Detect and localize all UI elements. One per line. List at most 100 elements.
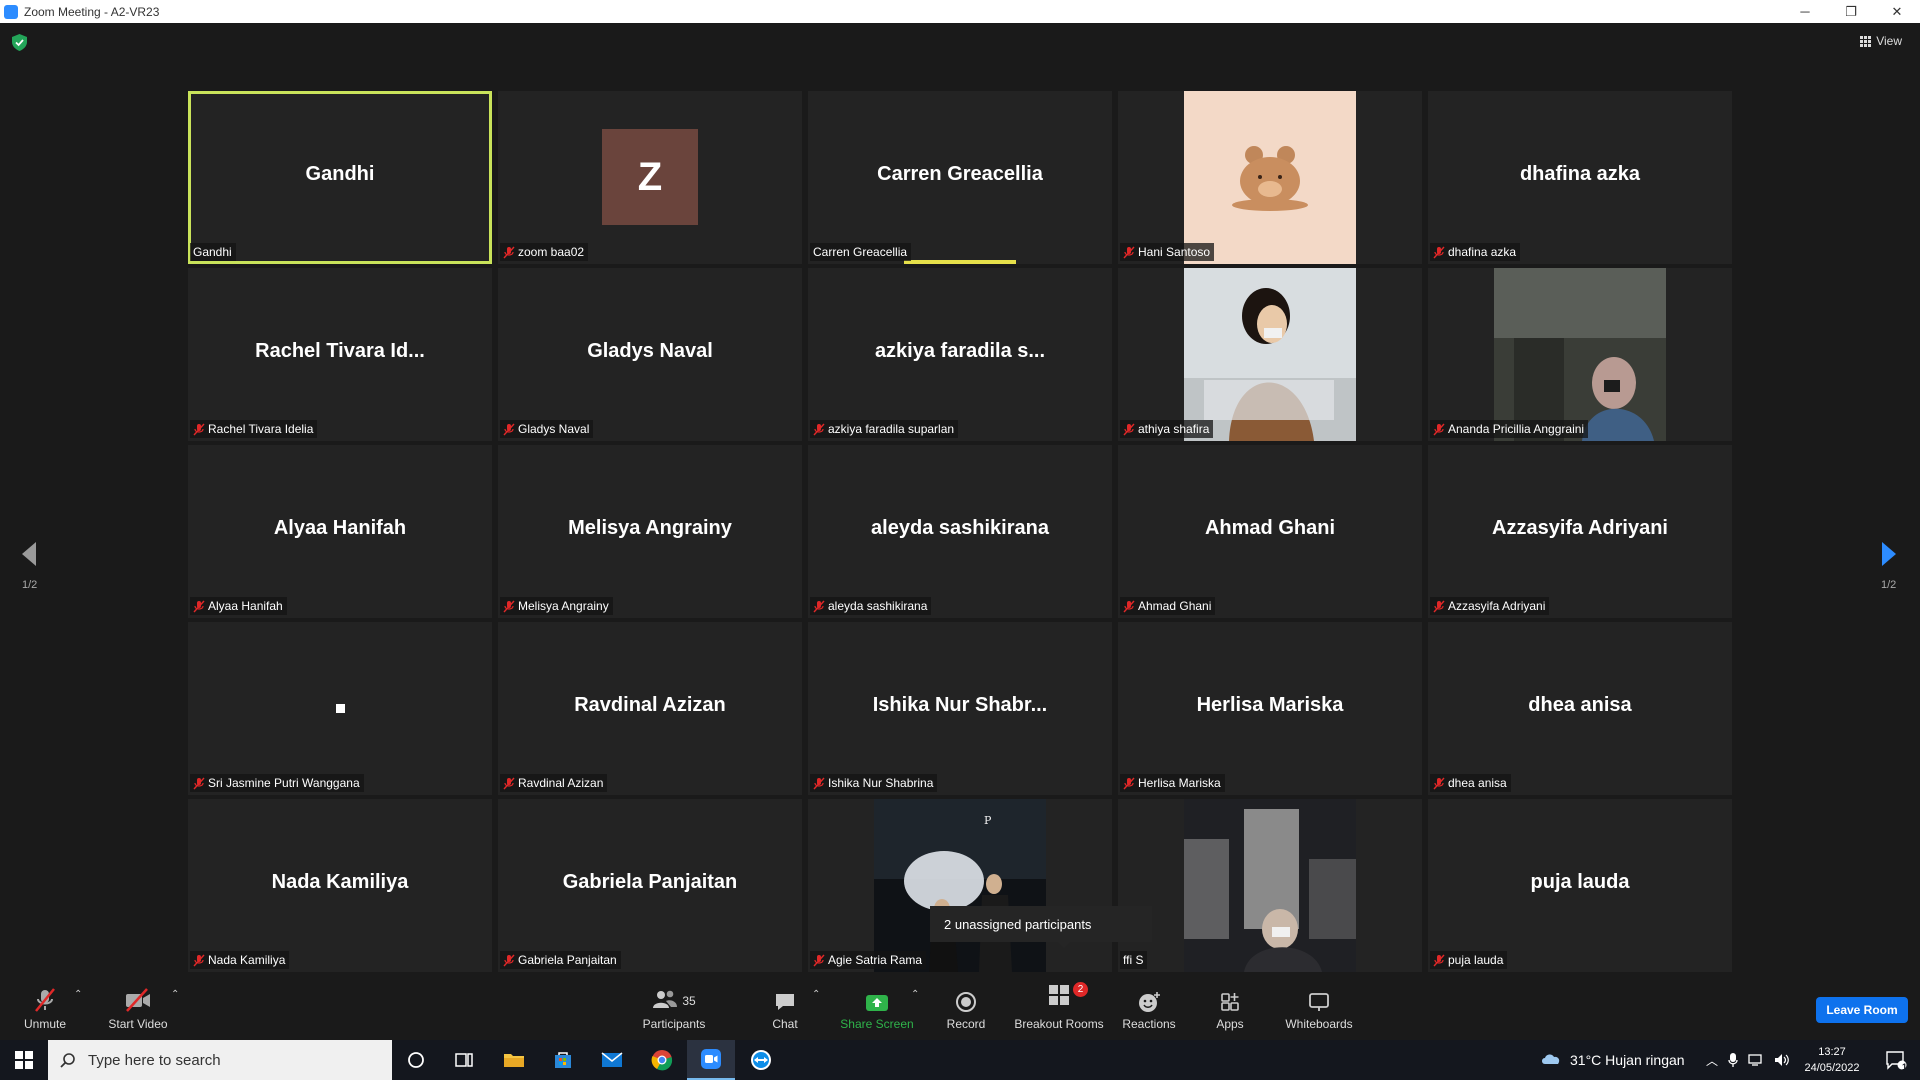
participant-tile[interactable]: Ishika Nur Shabr... Ishika Nur Shabrina <box>808 622 1112 795</box>
next-page-icon[interactable] <box>1880 540 1900 568</box>
weather-widget[interactable]: 31°C Hujan ringan <box>1540 1040 1685 1080</box>
mic-muted-icon <box>503 954 515 966</box>
microphone-tray-icon[interactable] <box>1728 1052 1738 1068</box>
volume-icon[interactable] <box>1774 1053 1790 1067</box>
participant-tile[interactable]: Rachel Tivara Id... Rachel Tivara Idelia <box>188 268 492 441</box>
start-video-button[interactable]: Start Video <box>106 977 170 1037</box>
cloud-rain-icon <box>1542 1054 1560 1064</box>
taskbar-search-box[interactable]: Type here to search <box>48 1040 392 1080</box>
security-shield-icon[interactable] <box>12 34 27 51</box>
participant-tile[interactable]: Ravdinal Azizan Ravdinal Azizan <box>498 622 802 795</box>
store-button[interactable] <box>539 1040 587 1080</box>
taskbar-clock[interactable]: 13:27 24/05/2022 <box>1796 1044 1868 1076</box>
chrome-button[interactable] <box>638 1040 686 1080</box>
audio-options-caret-icon[interactable]: ⌃ <box>74 989 82 1000</box>
participant-tile[interactable]: Zzoom baa02 <box>498 91 802 264</box>
breakout-rooms-button[interactable]: 2 Breakout Rooms <box>1012 977 1106 1037</box>
windows-logo-icon <box>15 1051 33 1069</box>
participant-name-label: dhafina azka <box>1430 243 1521 261</box>
meeting-toolbar: Unmute ⌃ Start Video ⌃ 35 Participants C… <box>0 975 1920 1040</box>
participant-video-ffi <box>1184 799 1356 972</box>
participant-name-label: Gladys Naval <box>500 420 594 438</box>
participant-tile[interactable]: Carren Greacellia Carren Greacellia <box>808 91 1112 264</box>
participant-name: Azzasyifa Adriyani <box>1448 599 1546 613</box>
mic-muted-icon <box>193 600 205 612</box>
participant-name: Gandhi <box>193 245 232 259</box>
participant-tile[interactable]: Gabriela Panjaitan Gabriela Panjaitan <box>498 799 802 972</box>
apps-button[interactable]: Apps <box>1210 977 1250 1037</box>
reactions-button[interactable]: Reactions <box>1120 977 1178 1037</box>
chat-button[interactable]: Chat <box>767 977 803 1037</box>
meeting-area: View 1/2 1/2 Gandhi Gandhi Zzoom baa02 Carr… <box>0 23 1920 975</box>
grid-view-icon <box>1860 35 1872 47</box>
participant-tile[interactable]: aleyda sashikirana aleyda sashikirana <box>808 445 1112 618</box>
cortana-button[interactable] <box>392 1040 440 1080</box>
notification-center-button[interactable]: 1 <box>1872 1040 1920 1080</box>
clock-date: 24/05/2022 <box>1804 1062 1860 1074</box>
task-view-button[interactable] <box>440 1040 488 1080</box>
participant-tile[interactable]: Sri Jasmine Putri Wanggana <box>188 622 492 795</box>
unmute-button[interactable]: Unmute <box>18 977 72 1037</box>
participant-name-label: Azzasyifa Adriyani <box>1430 597 1550 615</box>
page-indicator-left: 1/2 <box>22 579 38 591</box>
participant-tile[interactable]: Hani Santoso <box>1118 91 1422 264</box>
close-button[interactable]: ✕ <box>1874 0 1920 23</box>
minimize-button[interactable]: ─ <box>1782 0 1828 23</box>
mic-muted-icon <box>813 600 825 612</box>
participants-icon <box>653 990 678 1008</box>
participant-tile[interactable]: azkiya faradila s... azkiya faradila supa… <box>808 268 1112 441</box>
participant-tile[interactable]: Azzasyifa Adriyani Azzasyifa Adriyani <box>1428 445 1732 618</box>
participant-tile[interactable]: Gladys Naval Gladys Naval <box>498 268 802 441</box>
participant-tile[interactable]: Alyaa Hanifah Alyaa Hanifah <box>188 445 492 618</box>
video-off-icon <box>126 988 150 1012</box>
zoom-taskbar-button[interactable] <box>687 1040 735 1080</box>
participant-tile[interactable]: Melisya Angrainy Melisya Angrainy <box>498 445 802 618</box>
leave-room-button[interactable]: Leave Room <box>1816 997 1908 1023</box>
participant-name: Sri Jasmine Putri Wanggana <box>208 776 360 790</box>
window-titlebar: Zoom Meeting - A2-VR23 ─ ❐ ✕ <box>0 0 1920 23</box>
participant-video-ananda <box>1494 268 1666 441</box>
participant-tile[interactable]: ffi S <box>1118 799 1422 972</box>
tray-expand-chevron-icon[interactable]: ︿ <box>1706 1052 1718 1069</box>
network-icon[interactable] <box>1748 1053 1764 1067</box>
mic-muted-icon <box>1123 600 1135 612</box>
participant-name: Gabriela Panjaitan <box>518 953 617 967</box>
chat-options-caret-icon[interactable]: ⌃ <box>812 989 820 1000</box>
share-screen-button[interactable]: Share Screen <box>840 977 914 1037</box>
view-button[interactable]: View <box>1860 34 1902 48</box>
participant-tile[interactable]: Gandhi Gandhi <box>188 91 492 264</box>
participant-tile[interactable]: dhafina azka dhafina azka <box>1428 91 1732 264</box>
participant-tile[interactable]: athiya shafira <box>1118 268 1422 441</box>
whiteboards-button[interactable]: Whiteboards <box>1282 977 1356 1037</box>
restore-button[interactable]: ❐ <box>1828 0 1874 23</box>
teamviewer-button[interactable] <box>737 1040 785 1080</box>
windows-taskbar: Type here to search 31°C Hujan ringan ︿ … <box>0 1040 1920 1080</box>
chat-label: Chat <box>772 1017 798 1031</box>
participant-tile[interactable]: dhea anisa dhea anisa <box>1428 622 1732 795</box>
teddy-bear-avatar <box>1184 91 1356 264</box>
mail-button[interactable] <box>588 1040 636 1080</box>
share-options-caret-icon[interactable]: ⌃ <box>911 989 919 1000</box>
participant-display-name: Azzasyifa Adriyani <box>1492 517 1668 539</box>
start-button[interactable] <box>0 1040 48 1080</box>
speaking-indicator <box>904 260 1016 264</box>
participant-tile[interactable]: Ahmad Ghani Ahmad Ghani <box>1118 445 1422 618</box>
video-options-caret-icon[interactable]: ⌃ <box>171 989 179 1000</box>
participant-name: Hani Santoso <box>1138 245 1211 259</box>
participant-name: dhea anisa <box>1448 776 1507 790</box>
participants-button[interactable]: 35 Participants <box>638 977 710 1037</box>
record-button[interactable]: Record <box>944 977 988 1037</box>
participant-display-name: dhafina azka <box>1519 163 1641 185</box>
mic-muted-icon <box>1433 246 1445 258</box>
participant-name-label: Herlisa Mariska <box>1120 774 1225 792</box>
weather-text: 31°C Hujan ringan <box>1570 1052 1685 1068</box>
file-explorer-button[interactable] <box>490 1040 538 1080</box>
mic-muted-icon <box>1123 246 1135 258</box>
previous-page-icon[interactable] <box>18 540 38 568</box>
participant-tile[interactable]: Ananda Pricillia Anggraini <box>1428 268 1732 441</box>
participant-tile[interactable]: Herlisa Mariska Herlisa Mariska <box>1118 622 1422 795</box>
participant-name: dhafina azka <box>1448 245 1517 259</box>
record-label: Record <box>946 1017 986 1031</box>
participant-tile[interactable]: Nada Kamiliya Nada Kamiliya <box>188 799 492 972</box>
participant-tile[interactable]: puja lauda puja lauda <box>1428 799 1732 972</box>
